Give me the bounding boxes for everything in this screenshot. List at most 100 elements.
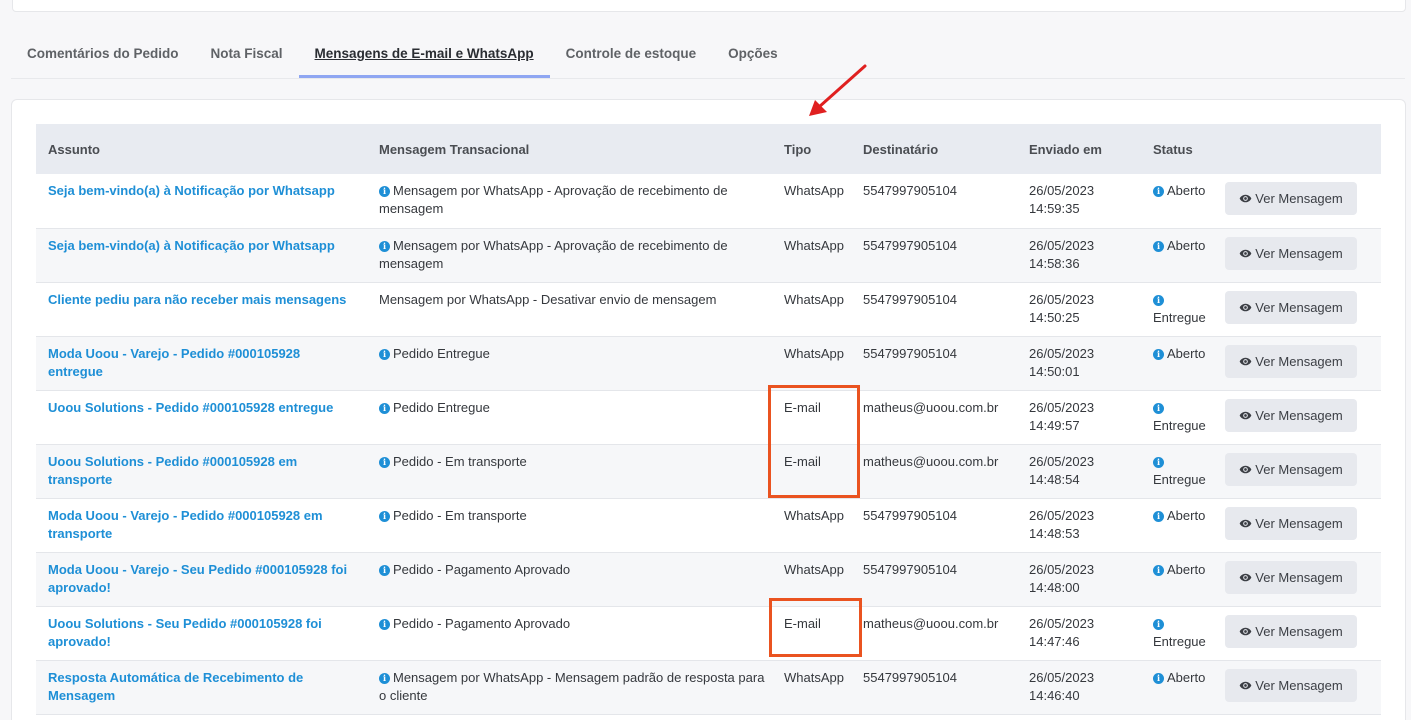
sent-date: 26/05/2023 — [1029, 183, 1095, 198]
status-text: Entregue — [1153, 471, 1206, 487]
tab-nota-fiscal[interactable]: Nota Fiscal — [195, 35, 299, 78]
sent-time: 14:50:01 — [1029, 363, 1080, 379]
sent-date: 26/05/2023 — [1029, 399, 1095, 415]
eye-icon — [1239, 357, 1252, 365]
subject-link[interactable]: Moda Uoou - Varejo - Pedido #000105928 e… — [48, 508, 323, 541]
view-message-button[interactable]: Ver Mensagem — [1225, 614, 1357, 648]
view-message-button[interactable]: Ver Mensagem — [1225, 290, 1357, 324]
type-cell: WhatsApp — [784, 669, 844, 685]
sent-time: 14:48:54 — [1029, 471, 1080, 487]
message-text: Mensagem por WhatsApp - Mensagem padrão … — [379, 669, 765, 703]
sent-date: 26/05/2023 — [1029, 615, 1095, 631]
action-cell: Ver Mensagem — [1225, 552, 1381, 606]
header-destinatario: Destinatário — [863, 141, 939, 157]
header-enviado: Enviado em — [1029, 141, 1102, 157]
subject-cell: Seja bem-vindo(a) à Notificação por What… — [36, 174, 367, 228]
sent-cell: 26/05/2023 14:59:35 — [1017, 174, 1141, 228]
view-message-button[interactable]: Ver Mensagem — [1225, 506, 1357, 540]
info-icon: i — [379, 618, 390, 630]
subject-link[interactable]: Seja bem-vindo(a) à Notificação por What… — [48, 183, 335, 198]
message-text: Pedido Entregue — [393, 345, 490, 361]
recipient-cell: 5547997905104 — [863, 561, 957, 577]
sent-date: 26/05/2023 — [1029, 453, 1095, 469]
subject-cell: Seja bem-vindo(a) à Notificação por What… — [36, 228, 367, 282]
view-message-button[interactable]: Ver Mensagem — [1225, 668, 1357, 702]
sent-cell: 26/05/2023 14:48:54 — [1017, 444, 1141, 498]
subject-link[interactable]: Uoou Solutions - Seu Pedido #000105928 f… — [48, 616, 322, 649]
tab-controle-estoque[interactable]: Controle de estoque — [550, 35, 713, 78]
info-icon: i — [379, 456, 390, 468]
info-icon: i — [1153, 510, 1164, 522]
table-row: Seja bem-vindo(a) à Notificação por What… — [36, 228, 1381, 282]
subject-link[interactable]: Uoou Solutions - Pedido #000105928 em tr… — [48, 454, 297, 487]
sent-cell: 26/05/2023 14:46:40 — [1017, 660, 1141, 714]
view-message-label: Ver Mensagem — [1255, 353, 1343, 369]
status-cell: i Aberto — [1141, 552, 1225, 606]
subject-link[interactable]: Seja bem-vindo(a) à Notificação por What… — [48, 238, 335, 253]
header-action — [1225, 124, 1381, 174]
info-icon: i — [1153, 672, 1164, 684]
status-cell: i Entregue — [1141, 606, 1225, 660]
subject-cell: Moda Uoou - Varejo - Pedido #000105928 e… — [36, 498, 367, 552]
message-cell: i Pedido - Pagamento Aprovado — [367, 606, 778, 660]
subject-link[interactable]: Moda Uoou - Varejo - Seu Pedido #0001059… — [48, 562, 347, 595]
view-message-button[interactable]: Ver Mensagem — [1225, 236, 1357, 270]
sent-date: 26/05/2023 — [1029, 561, 1095, 577]
message-text: Pedido - Em transporte — [393, 453, 527, 469]
status-text: Aberto — [1167, 237, 1206, 253]
recipient-cell: 5547997905104 — [863, 345, 957, 361]
sent-cell: 26/05/2023 14:48:53 — [1017, 498, 1141, 552]
recipient-cell: 5547997905104 — [863, 237, 957, 253]
status-text: Aberto — [1167, 183, 1206, 198]
status-cell: i Aberto — [1141, 174, 1225, 228]
sent-date: 26/05/2023 — [1029, 345, 1095, 361]
sent-cell: 26/05/2023 14:50:25 — [1017, 282, 1141, 336]
status-cell: i Entregue — [1141, 282, 1225, 336]
sent-time: 14:48:00 — [1029, 579, 1080, 595]
subject-link[interactable]: Moda Uoou - Varejo - Pedido #000105928 e… — [48, 346, 300, 379]
type-cell: WhatsApp — [784, 561, 844, 577]
status-text: Entregue — [1153, 633, 1206, 649]
subject-cell: Uoou Solutions - Pedido #000105928 entre… — [36, 390, 367, 444]
type-cell: WhatsApp — [784, 237, 844, 253]
table-row: Uoou Solutions - Pedido #000105928 em tr… — [36, 444, 1381, 498]
tab-comentarios[interactable]: Comentários do Pedido — [11, 35, 195, 78]
message-text: Pedido - Pagamento Aprovado — [393, 615, 571, 631]
action-cell: Ver Mensagem — [1225, 228, 1381, 282]
table-row: Uoou Solutions - Seu Pedido #000105928 f… — [36, 606, 1381, 660]
type-cell: E-mail — [784, 453, 821, 469]
action-cell: Ver Mensagem — [1225, 606, 1381, 660]
eye-icon — [1239, 573, 1252, 581]
message-cell: i Pedido - Em transporte — [367, 498, 778, 552]
view-message-label: Ver Mensagem — [1255, 623, 1343, 639]
info-icon: i — [1153, 456, 1164, 468]
status-cell: i Entregue — [1141, 390, 1225, 444]
message-cell: i Pedido - Pagamento Aprovado — [367, 552, 778, 606]
info-icon: i — [379, 564, 390, 576]
subject-cell: Moda Uoou - Varejo - Pedido #000105928 e… — [36, 336, 367, 390]
view-message-button[interactable]: Ver Mensagem — [1225, 452, 1357, 486]
subject-link[interactable]: Cliente pediu para não receber mais mens… — [48, 292, 346, 307]
tab-opcoes[interactable]: Opções — [712, 35, 794, 78]
info-icon: i — [1153, 240, 1164, 252]
view-message-button[interactable]: Ver Mensagem — [1225, 344, 1357, 378]
header-mensagem: Mensagem Transacional — [379, 141, 530, 157]
status-text: Aberto — [1167, 345, 1206, 361]
type-cell: WhatsApp — [784, 507, 844, 523]
eye-icon — [1239, 627, 1252, 635]
subject-link[interactable]: Uoou Solutions - Pedido #000105928 entre… — [48, 400, 333, 415]
table-row: Resposta Automática de Recebimento de Me… — [36, 660, 1381, 714]
info-icon: i — [379, 510, 390, 522]
subject-link[interactable]: Resposta Automática de Recebimento de Me… — [48, 670, 303, 703]
status-cell: i Aberto — [1141, 228, 1225, 282]
tab-mensagens[interactable]: Mensagens de E-mail e WhatsApp — [298, 35, 550, 78]
info-icon: i — [379, 402, 390, 414]
subject-cell: Cliente pediu para não receber mais mens… — [36, 282, 367, 336]
view-message-button[interactable]: Ver Mensagem — [1225, 560, 1357, 594]
eye-icon — [1239, 249, 1252, 257]
action-cell: Ver Mensagem — [1225, 336, 1381, 390]
header-tipo: Tipo — [784, 141, 812, 157]
view-message-button[interactable]: Ver Mensagem — [1225, 182, 1357, 215]
top-card — [12, 0, 1406, 12]
view-message-button[interactable]: Ver Mensagem — [1225, 398, 1357, 432]
